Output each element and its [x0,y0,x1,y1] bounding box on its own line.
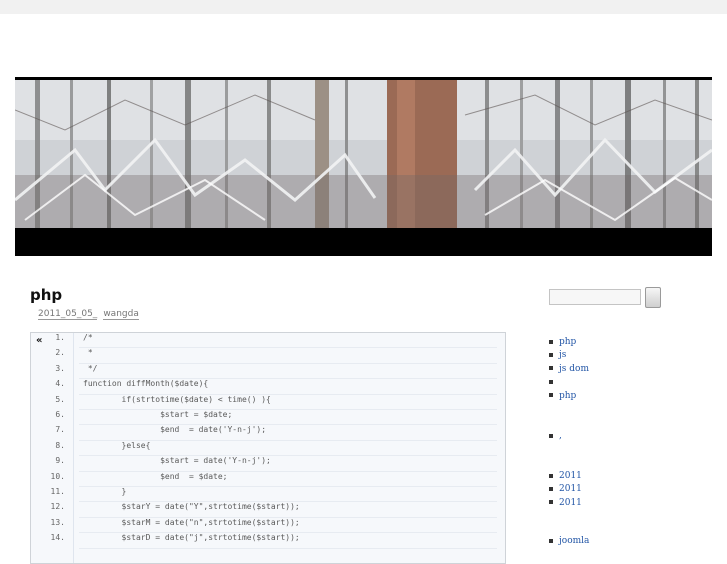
category-link-php-2[interactable]: php [559,391,576,401]
line-number: 10. [50,471,65,481]
post-title[interactable]: php [30,286,62,304]
sidebar-links: joomla [549,535,589,548]
line-code: * [83,348,93,358]
line-number: 2. [55,348,65,358]
line-number: 12. [50,502,65,512]
line-code: /* [83,333,93,342]
line-code: if(strtotime($date) < time() ){ [83,394,271,404]
site-header [15,77,712,256]
post-author-link[interactable]: wangda [103,309,139,320]
sidebar-misc: , [549,430,562,443]
archive-link[interactable]: 2011 [559,471,582,481]
line-code: $starD = date("j",strtotime($start)); [83,533,300,543]
code-line: 7. $end = date('Y-n-j'); [31,425,505,441]
code-line: 6. $start = $date; [31,410,505,426]
search-button[interactable] [645,287,661,308]
sidebar-item [549,376,589,389]
archive-link[interactable]: 2011 [559,484,582,494]
line-number: 13. [50,517,65,527]
line-number: 3. [55,363,65,373]
header-banner-image [15,80,712,228]
misc-link[interactable]: , [559,431,562,441]
line-code: } [83,487,127,496]
sidebar-item: js [549,349,589,362]
line-code: $end = date('Y-n-j'); [83,425,267,435]
line-code: function diffMonth($date){ [83,379,209,389]
line-code: $starM = date("n",strtotime($start)); [83,517,300,527]
line-number: 8. [55,440,65,450]
sidebar-item: 2011 [549,470,582,483]
code-line: 9. $start = date('Y-n-j'); [31,456,505,472]
code-line: 10. $end = $date; [31,472,505,487]
category-link-php[interactable]: php [559,337,576,347]
code-line: 11. } [31,487,505,503]
code-line: 8. }else{ [31,440,505,457]
sidebar-archives: 2011 2011 2011 [549,470,582,510]
code-line: 2. * [31,348,505,364]
line-number: 1. [55,333,65,342]
code-line: 14. $starD = date("j",strtotime($start))… [31,533,505,549]
code-line: 3. */ [31,363,505,380]
snowy-forest-picture [15,80,712,228]
category-link-js[interactable]: js [559,350,566,360]
line-code: */ [83,363,98,373]
line-code: $starY = date("Y",strtotime($start)); [83,502,300,512]
code-line: 5. if(strtotime($date) < time() ){ [31,395,505,410]
line-number: 14. [50,533,65,543]
sidebar-item: , [549,430,562,443]
line-code: $end = $date; [83,471,228,481]
post-date-link[interactable]: 2011_05_05_ [38,309,98,320]
sidebar-item: js dom [549,363,589,376]
line-code: $start = $date; [83,410,233,419]
code-block: « 1./* 2. * 3. */ 4. function diffMonth($… [30,332,506,564]
sidebar-item: php [549,336,589,349]
code-line: 1. /* [31,333,505,349]
line-code: $start = date('Y-n-j'); [83,456,271,466]
sidebar-item: php [549,390,589,403]
line-number: 5. [55,394,65,404]
line-number: 7. [55,425,65,435]
top-bar [0,0,727,14]
line-number: 9. [55,456,65,466]
archive-link[interactable]: 2011 [559,498,582,508]
sidebar-item: 2011 [549,497,582,510]
sidebar-item: 2011 [549,483,582,496]
post-meta: 2011_05_05_ wangda [38,309,139,320]
line-number: 11. [50,487,65,496]
sidebar-item: joomla [549,535,589,548]
category-link-js-dom[interactable]: js dom [559,364,589,374]
search-input[interactable] [549,289,641,305]
code-line: 13. $starM = date("n",strtotime($start))… [31,517,505,534]
line-code: }else{ [83,440,151,450]
code-line: 12. $starY = date("Y",strtotime($start))… [31,502,505,518]
line-number: 4. [55,379,65,389]
sidebar-categories: php js js dom php [549,336,589,403]
code-line: 4. function diffMonth($date){ [31,379,505,395]
line-number: 6. [55,410,65,419]
